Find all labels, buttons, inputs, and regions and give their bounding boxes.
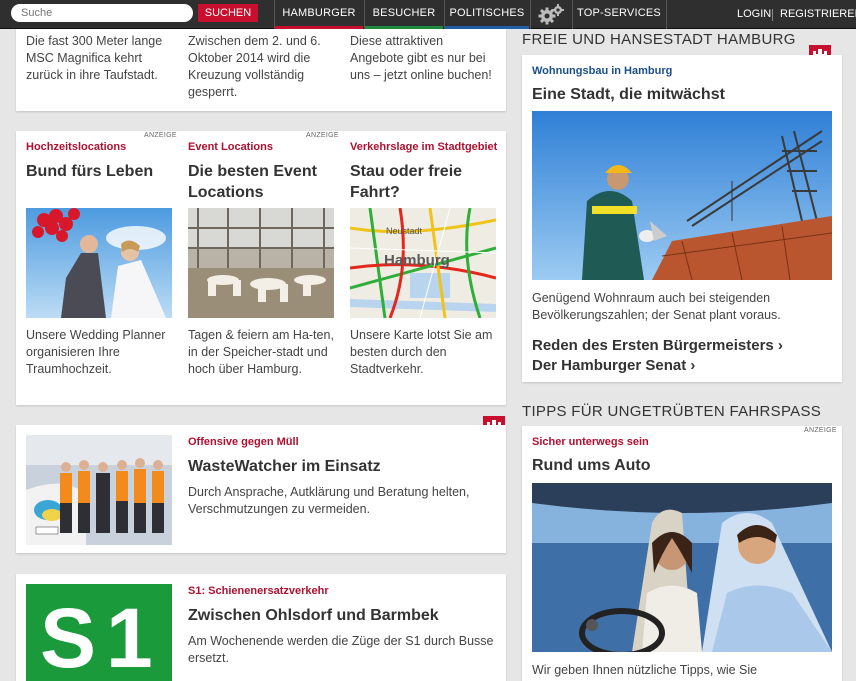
mayor-speeches-link[interactable]: Reden des Ersten Bürgermeisters › bbox=[532, 337, 783, 354]
teaser-kicker[interactable]: Hochzeitslocations bbox=[26, 141, 126, 153]
teaser-kicker[interactable]: S1: Schienenersatzverkehr bbox=[188, 585, 329, 597]
s1-sign-text: S1 bbox=[40, 591, 163, 681]
nav-tab-label: TOP-SERVICES bbox=[577, 7, 661, 19]
teaser-text: Am Wochenende werden die Züge der S1 dur… bbox=[188, 634, 494, 665]
ads-teaser-row: ANZEIGE Hochzeitslocations Bund fürs Leb… bbox=[16, 131, 506, 405]
nav-tab-hamburger[interactable]: HAMBURGER bbox=[275, 0, 363, 29]
teaser-headline[interactable]: Die besten Event Locations bbox=[188, 161, 338, 203]
teaser-text: Unsere Wedding Planner organisieren Ihre… bbox=[26, 328, 166, 376]
nav-tab-besucher[interactable]: BESUCHER bbox=[365, 0, 443, 29]
teaser-text: Unsere Karte lotst Sie am besten durch d… bbox=[350, 328, 493, 376]
nav-separator bbox=[530, 0, 531, 29]
section-title: TIPPS FÜR UNGETRÜBTEN FAHRSPASS bbox=[522, 403, 822, 420]
account-divider bbox=[772, 9, 773, 21]
traffic-map-image[interactable]: Neustadt Hamburg bbox=[350, 208, 496, 318]
teaser-headline[interactable]: Bund fürs Leben bbox=[26, 161, 176, 182]
section-title: FREIE UND HANSESTADT HAMBURG bbox=[522, 31, 796, 48]
teaser-text[interactable]: Die fast 300 Meter lange MSC Magnifica k… bbox=[26, 33, 176, 84]
waste-watcher-teaser: Offensive gegen Müll WasteWatcher im Ein… bbox=[16, 425, 506, 553]
search-input[interactable] bbox=[11, 4, 193, 22]
search-button[interactable]: SUCHEN bbox=[198, 4, 258, 22]
s1-sign-image[interactable]: S1 bbox=[26, 584, 172, 681]
nav-tab-top-services[interactable]: TOP-SERVICES bbox=[573, 0, 665, 29]
top-navigation-bar: SUCHEN HAMBURGER BESUCHER POLITISCHES TO… bbox=[0, 0, 856, 29]
register-link[interactable]: REGISTRIEREN bbox=[780, 0, 856, 29]
teaser-text: Durch Ansprache, Autklärung und Beratung… bbox=[188, 485, 470, 516]
ad-badge: ANZEIGE bbox=[306, 132, 339, 139]
nav-tab-label: HAMBURGER bbox=[282, 7, 356, 19]
hamburg-senate-link[interactable]: Der Hamburger Senat › bbox=[532, 357, 695, 374]
teaser-text[interactable]: Diese attraktiven Angebote gibt es nur b… bbox=[350, 33, 498, 84]
teaser-text: Genügend Wohnraum auch bei steigenden Be… bbox=[532, 291, 781, 322]
construction-image[interactable] bbox=[532, 111, 832, 280]
teaser-text: Tagen & feiern am Ha-ten, in der Speiche… bbox=[188, 328, 334, 376]
teaser-headline[interactable]: WasteWatcher im Einsatz bbox=[188, 456, 498, 477]
car-driving-image[interactable] bbox=[532, 483, 832, 652]
wedding-image[interactable] bbox=[26, 208, 172, 318]
teaser-kicker[interactable]: Wohnungsbau in Hamburg bbox=[532, 65, 672, 77]
teaser-kicker[interactable]: Event Locations bbox=[188, 141, 273, 153]
teaser-kicker[interactable]: Verkehrslage im Stadtgebiet bbox=[350, 141, 497, 153]
gear-icon[interactable] bbox=[536, 3, 566, 25]
waste-watcher-image[interactable] bbox=[26, 435, 172, 545]
ad-badge: ANZEIGE bbox=[804, 427, 837, 434]
teaser-headline[interactable]: Rund ums Auto bbox=[532, 455, 832, 476]
s1-teaser: S1 S1: Schienenersatzverkehr Zwischen Oh… bbox=[16, 574, 506, 681]
teaser-headline[interactable]: Stau oder freie Fahrt? bbox=[350, 161, 500, 203]
event-location-image[interactable] bbox=[188, 208, 334, 318]
teaser-kicker[interactable]: Sicher unterwegs sein bbox=[532, 436, 649, 448]
teaser-headline[interactable]: Zwischen Ohlsdorf und Barmbek bbox=[188, 605, 498, 626]
nav-tab-label: BESUCHER bbox=[372, 7, 436, 19]
nav-separator bbox=[666, 0, 667, 29]
teaser-kicker[interactable]: Offensive gegen Müll bbox=[188, 436, 299, 448]
teaser-headline[interactable]: Eine Stadt, die mitwächst bbox=[532, 84, 832, 105]
car-tips-card: ANZEIGE Sicher unterwegs sein Rund ums A… bbox=[522, 426, 842, 681]
ad-badge: ANZEIGE bbox=[144, 132, 177, 139]
teaser-text[interactable]: Zwischen dem 2. und 6. Oktober 2014 wird… bbox=[188, 33, 338, 101]
login-link[interactable]: LOGIN bbox=[737, 0, 771, 29]
city-feature-card: Wohnungsbau in Hamburg Eine Stadt, die m… bbox=[522, 55, 842, 382]
map-label: Hamburg bbox=[384, 252, 450, 269]
nav-tab-label: POLITISCHES bbox=[449, 7, 525, 19]
teaser-text: Wir geben Ihnen nützliche Tipps, wie Sie bbox=[532, 663, 758, 677]
nav-tab-politisches[interactable]: POLITISCHES bbox=[445, 0, 529, 29]
teaser-row-top: Die fast 300 Meter lange MSC Magnifica k… bbox=[16, 29, 506, 111]
map-label: Neustadt bbox=[386, 226, 423, 236]
